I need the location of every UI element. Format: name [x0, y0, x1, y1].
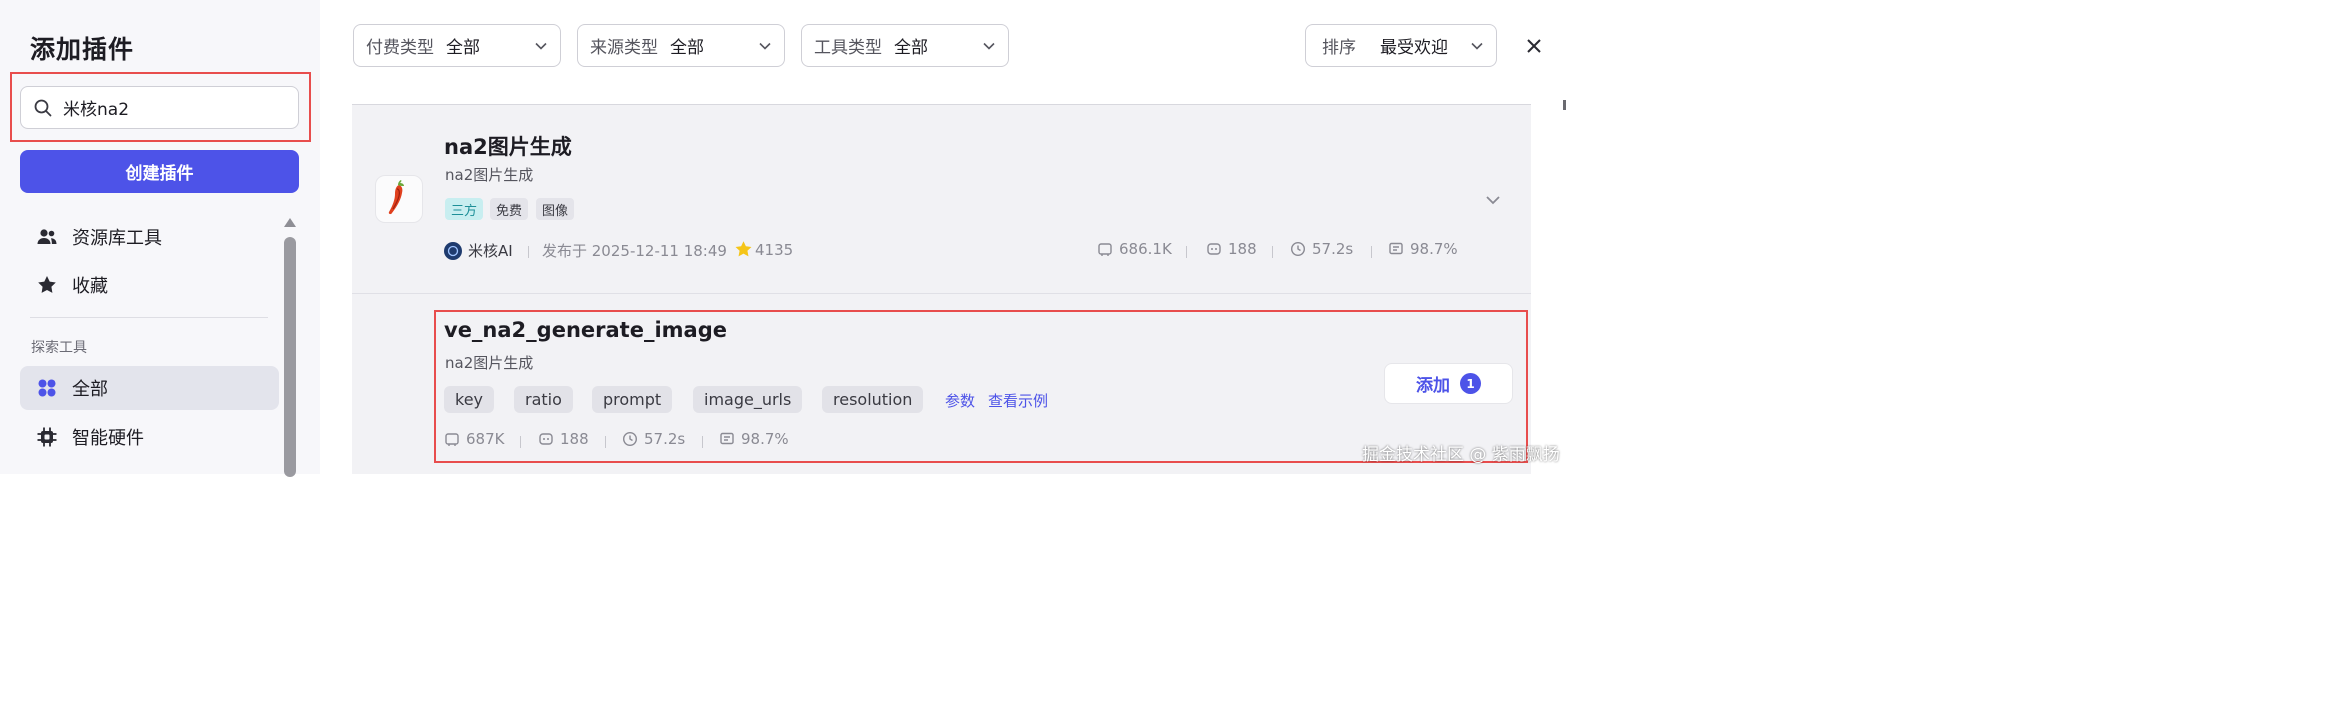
tag-image: 图像	[536, 198, 575, 220]
param-chip: ratio	[514, 386, 573, 413]
view-example-link[interactable]: 查看示例	[988, 390, 1048, 411]
meta-separator	[520, 436, 521, 448]
grid-icon	[38, 379, 56, 397]
message-icon	[1389, 242, 1403, 255]
sidebar-scrollbar[interactable]	[283, 218, 297, 477]
filter-source-type[interactable]: 来源类型 全部	[577, 24, 785, 67]
params-link[interactable]: 参数	[945, 390, 975, 411]
chevron-down-icon	[535, 42, 547, 50]
sidebar-item-label: 全部	[72, 379, 108, 400]
meta-separator	[702, 436, 703, 448]
stat-success: 98.7%	[719, 430, 789, 448]
plugin-description: na2图片生成	[445, 166, 534, 184]
sidebar-title: 添加插件	[30, 35, 135, 64]
page-scrollbar-edge	[1563, 100, 1566, 110]
author-name: 米核AI	[468, 242, 513, 260]
search-input[interactable]	[63, 97, 283, 118]
tag-free: 免费	[490, 198, 529, 220]
clock-icon	[1290, 241, 1306, 257]
create-plugin-button[interactable]: 创建插件	[20, 150, 299, 193]
chevron-down-icon	[983, 42, 995, 50]
tool-title: ve_na2_generate_image	[444, 318, 727, 342]
meta-separator	[1186, 246, 1187, 258]
close-icon[interactable]	[1522, 34, 1546, 58]
scrollbar-thumb[interactable]	[284, 237, 296, 477]
filter-value: 全部	[446, 38, 480, 58]
sidebar-item-favorites[interactable]: 收藏	[20, 263, 279, 307]
bot-icon	[539, 433, 553, 445]
chili-pepper-icon	[375, 175, 423, 223]
sidebar-item-all[interactable]: 全部	[20, 366, 279, 410]
sidebar-item-label: 资源库工具	[72, 228, 162, 249]
param-chip: key	[444, 386, 495, 413]
message-icon	[720, 432, 734, 445]
sidebar-item-smart-hardware[interactable]: 智能硬件	[20, 415, 279, 459]
star-icon	[38, 276, 56, 293]
filter-label: 工具类型	[814, 38, 882, 58]
sidebar-item-library-tools[interactable]: 资源库工具	[20, 215, 279, 259]
clock-icon	[622, 431, 638, 447]
chevron-down-icon	[1471, 42, 1483, 50]
filter-label: 付费类型	[366, 38, 434, 58]
meta-separator	[1272, 246, 1273, 258]
stat-calls: 686.1K	[1097, 240, 1172, 258]
meta-separator	[528, 246, 529, 258]
publish-date: 发布于 2025-12-11 18:49	[542, 242, 727, 260]
plugin-card[interactable]: na2图片生成 na2图片生成 三方 免费 图像 米核AI 发布于 2025-1…	[352, 105, 1531, 293]
sidebar: 添加插件 创建插件 资源库工具 收藏 探索工具 全部 智能硬件	[0, 0, 320, 477]
scroll-up-arrow-icon[interactable]	[284, 218, 296, 227]
stat-success: 98.7%	[1388, 240, 1458, 258]
tool-card: ve_na2_generate_image na2图片生成 key ratio …	[352, 293, 1531, 474]
plugin-calls-icon	[1098, 243, 1112, 256]
chip-icon	[37, 427, 57, 447]
sidebar-item-label: 智能硬件	[72, 428, 144, 449]
filter-payment-type[interactable]: 付费类型 全部	[353, 24, 561, 67]
watermark: 掘金技术社区 @ 紫雨飘扬	[1362, 445, 1560, 465]
meta-separator	[1371, 246, 1372, 258]
stat-calls: 687K	[444, 430, 504, 448]
chevron-down-icon[interactable]	[1484, 191, 1502, 209]
sort-value: 最受欢迎	[1380, 38, 1448, 58]
users-icon	[37, 229, 57, 244]
search-box[interactable]	[20, 86, 299, 129]
stat-latency: 57.2s	[1290, 240, 1353, 258]
plugin-title: na2图片生成	[444, 135, 572, 159]
filter-tool-type[interactable]: 工具类型 全部	[801, 24, 1009, 67]
tool-description: na2图片生成	[445, 354, 534, 372]
bot-icon	[1207, 243, 1221, 255]
author[interactable]: 米核AI	[444, 240, 513, 261]
star-count: 4135	[734, 240, 793, 259]
filter-value: 全部	[670, 38, 704, 58]
star-icon	[735, 241, 752, 257]
search-icon	[34, 99, 52, 116]
chevron-down-icon	[759, 42, 771, 50]
add-button-label: 添加	[1416, 376, 1450, 396]
stat-latency: 57.2s	[622, 430, 685, 448]
filter-label: 来源类型	[590, 38, 658, 58]
author-avatar-icon	[444, 241, 462, 260]
sort-select[interactable]: 排序 最受欢迎	[1305, 24, 1497, 67]
stat-bots: 188	[538, 430, 589, 448]
sidebar-section-label: 探索工具	[31, 340, 87, 356]
param-chip: resolution	[822, 386, 924, 413]
tag-third-party: 三方	[445, 198, 484, 220]
param-chip: prompt	[592, 386, 673, 413]
sidebar-divider	[30, 317, 268, 318]
meta-separator	[605, 436, 606, 448]
add-tool-button[interactable]: 添加 1	[1384, 363, 1513, 404]
filter-value: 全部	[894, 38, 928, 58]
plugin-calls-icon	[445, 433, 459, 446]
stat-bots: 188	[1206, 240, 1257, 258]
param-chip: image_urls	[693, 386, 803, 413]
sidebar-item-label: 收藏	[72, 276, 108, 297]
add-count-badge: 1	[1460, 373, 1481, 394]
sort-label: 排序	[1322, 38, 1356, 58]
